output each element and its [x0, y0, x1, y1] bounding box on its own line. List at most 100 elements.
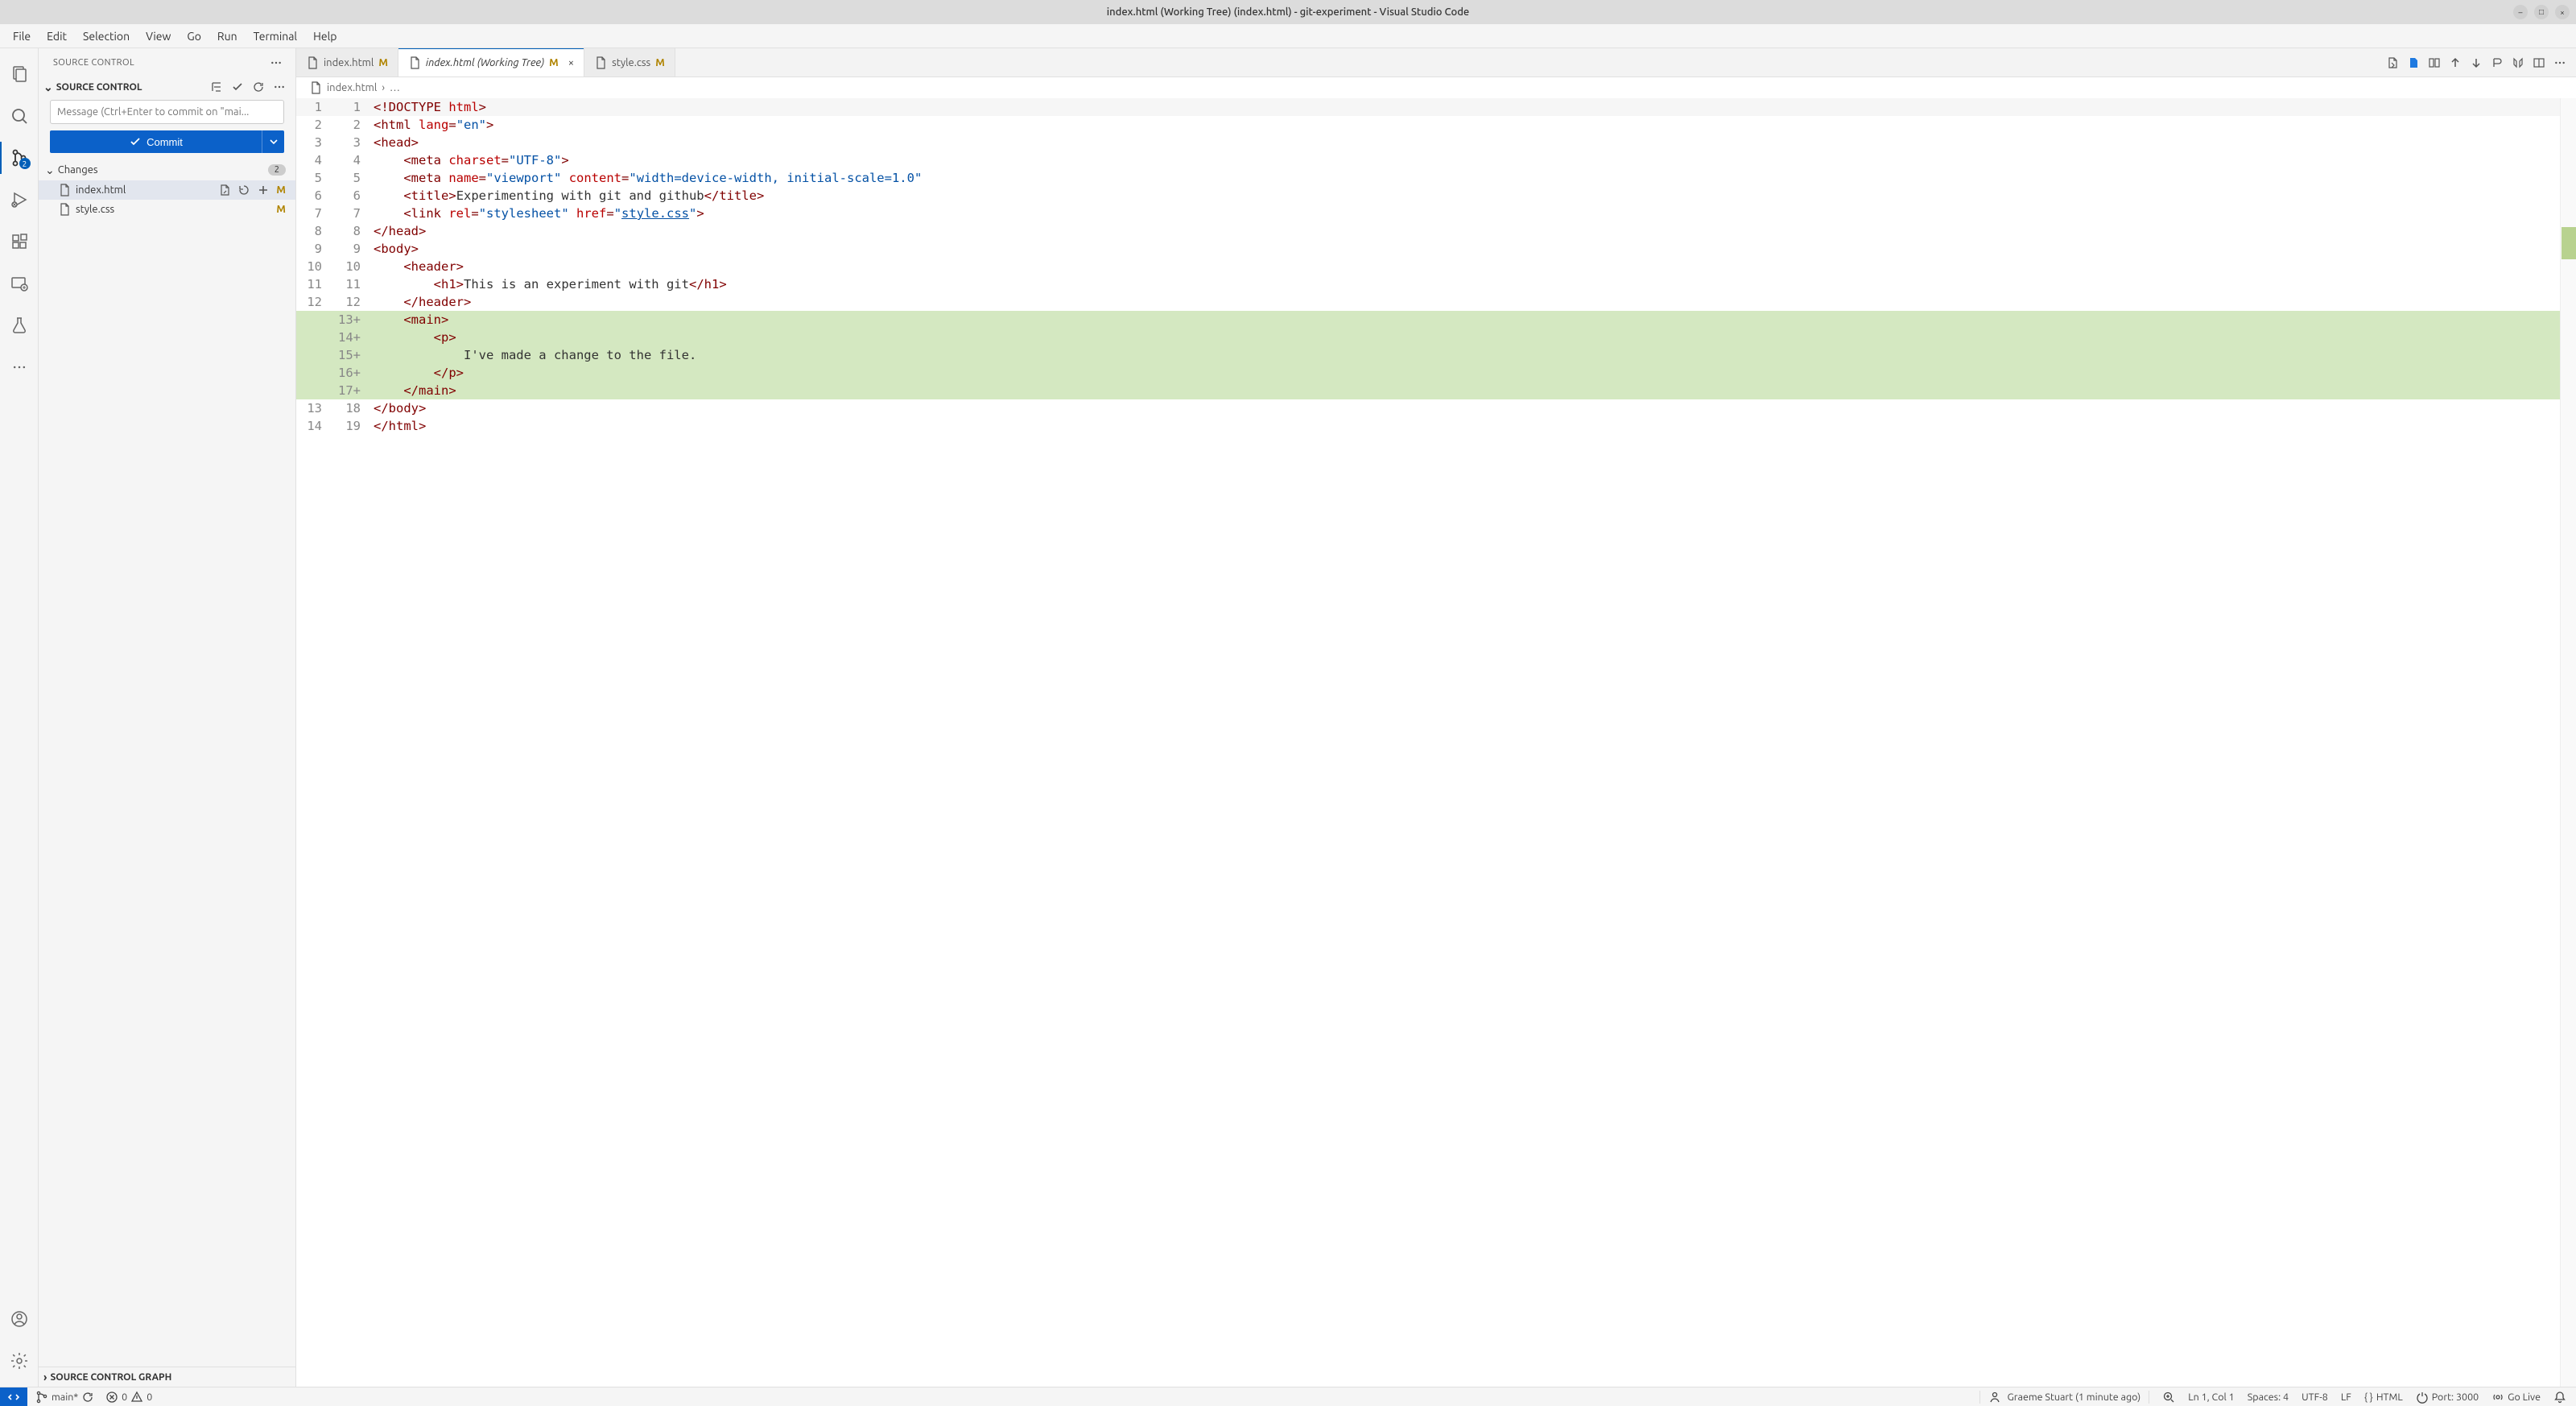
more-actions-icon[interactable] — [2553, 56, 2566, 69]
code-line[interactable]: 1010 <header> — [296, 258, 2560, 275]
code-line[interactable]: 1212 </header> — [296, 293, 2560, 311]
code-line[interactable]: 33<head> — [296, 134, 2560, 151]
code-editor[interactable]: 11<!DOCTYPE html>22<html lang="en">33<he… — [296, 98, 2576, 1387]
breadcrumb[interactable]: index.html › … — [296, 77, 2576, 98]
breadcrumb-rest: … — [390, 82, 400, 93]
stage-icon[interactable] — [257, 184, 270, 196]
menu-help[interactable]: Help — [307, 27, 343, 46]
split-editor-icon[interactable] — [2533, 56, 2545, 69]
previous-change-icon[interactable] — [2449, 56, 2462, 69]
more-icon[interactable] — [0, 348, 39, 387]
tab-index-html-working-tree-[interactable]: index.html (Working Tree)M× — [398, 48, 584, 77]
editor-area: index.htmlMindex.html (Working Tree)M×st… — [296, 48, 2576, 1387]
tab-index-html[interactable]: index.htmlM — [296, 48, 398, 77]
more-actions-icon[interactable] — [270, 56, 283, 69]
code-line[interactable]: 44 <meta charset="UTF-8"> — [296, 151, 2560, 169]
code-line[interactable]: 22<html lang="en"> — [296, 116, 2560, 134]
testing-icon[interactable] — [0, 306, 39, 345]
sidebar: SOURCE CONTROL ⌄ SOURCE CONTROL Message … — [39, 48, 296, 1387]
stage-file-icon[interactable] — [2407, 56, 2420, 69]
minimap[interactable] — [2560, 98, 2576, 1387]
menu-run[interactable]: Run — [211, 27, 244, 46]
branch-indicator[interactable]: main* — [35, 1391, 94, 1404]
close-button[interactable]: × — [2555, 5, 2570, 19]
status-bar: main* 0 0 Graeme Stuart (1 minute ago) L… — [0, 1387, 2576, 1406]
code-line[interactable]: 66 <title>Experimenting with git and git… — [296, 187, 2560, 205]
next-change-icon[interactable] — [2470, 56, 2483, 69]
indent-indicator[interactable]: Spaces: 4 — [2248, 1392, 2289, 1403]
code-line[interactable]: 55 <meta name="viewport" content="width=… — [296, 169, 2560, 187]
commit-check-icon[interactable] — [231, 81, 244, 93]
sidebar-title: SOURCE CONTROL — [53, 58, 134, 68]
accounts-icon[interactable] — [0, 1300, 39, 1338]
commit-message-input[interactable]: Message (Ctrl+Enter to commit on "mai... — [50, 100, 284, 124]
compare-icon[interactable] — [2428, 56, 2441, 69]
breadcrumb-file: index.html — [327, 82, 377, 93]
sidebar-header: SOURCE CONTROL — [39, 48, 295, 77]
encoding-indicator[interactable]: UTF-8 — [2301, 1392, 2328, 1403]
chevron-right-icon: › — [43, 1371, 47, 1383]
remote-indicator[interactable] — [0, 1387, 27, 1406]
section-title: SOURCE CONTROL — [56, 82, 142, 93]
code-line[interactable]: 11<!DOCTYPE html> — [296, 98, 2560, 116]
commit-button[interactable]: Commit — [50, 130, 262, 153]
menu-selection[interactable]: Selection — [76, 27, 136, 46]
remote-explorer-icon[interactable] — [0, 264, 39, 303]
code-line[interactable]: 13+ <main> — [296, 311, 2560, 329]
cursor-position[interactable]: Ln 1, Col 1 — [2188, 1392, 2235, 1403]
changes-header[interactable]: ⌄ Changes 2 — [39, 159, 295, 180]
code-line[interactable]: 15+ I've made a change to the file. — [296, 346, 2560, 364]
code-line[interactable]: 14+ <p> — [296, 329, 2560, 346]
minimap-added-region — [2562, 227, 2576, 259]
zoom-indicator[interactable] — [2162, 1391, 2175, 1404]
explorer-icon[interactable] — [0, 55, 39, 93]
go-live-indicator[interactable]: Go Live — [2491, 1391, 2541, 1404]
code-line[interactable]: 1111 <h1>This is an experiment with git<… — [296, 275, 2560, 293]
problems-indicator[interactable]: 0 0 — [105, 1391, 152, 1404]
menu-go[interactable]: Go — [180, 27, 207, 46]
language-indicator[interactable]: { } HTML — [2364, 1392, 2403, 1403]
changes-label: Changes — [58, 164, 98, 176]
discard-icon[interactable] — [237, 184, 250, 196]
tab-style-css[interactable]: style.cssM — [584, 48, 675, 77]
scm-badge: 2 — [19, 158, 31, 169]
eol-indicator[interactable]: LF — [2341, 1392, 2351, 1403]
commit-dropdown-button[interactable] — [262, 130, 284, 153]
maximize-button[interactable]: □ — [2534, 5, 2549, 19]
file-item-index-html[interactable]: index.htmlM — [39, 180, 295, 200]
whitespace-icon[interactable] — [2491, 56, 2504, 69]
refresh-icon[interactable] — [252, 81, 265, 93]
code-line[interactable]: 1318</body> — [296, 399, 2560, 417]
search-icon[interactable] — [0, 97, 39, 135]
window-title: index.html (Working Tree) (index.html) -… — [1107, 6, 1469, 18]
scm-section-header[interactable]: ⌄ SOURCE CONTROL — [39, 77, 295, 97]
more-icon[interactable] — [273, 81, 286, 93]
notifications-icon[interactable] — [2553, 1391, 2566, 1404]
menu-edit[interactable]: Edit — [40, 27, 73, 46]
minimize-button[interactable]: – — [2513, 5, 2528, 19]
file-item-style-css[interactable]: style.cssM — [39, 200, 295, 219]
tab-bar: index.htmlMindex.html (Working Tree)M×st… — [296, 48, 2576, 77]
menu-terminal[interactable]: Terminal — [247, 27, 304, 46]
code-line[interactable]: 77 <link rel="stylesheet" href="style.cs… — [296, 205, 2560, 222]
close-tab-icon[interactable]: × — [568, 57, 574, 68]
code-line[interactable]: 88</head> — [296, 222, 2560, 240]
view-as-tree-icon[interactable] — [210, 81, 223, 93]
scm-graph-header[interactable]: › SOURCE CONTROL GRAPH — [39, 1367, 295, 1387]
go-to-file-icon[interactable] — [2386, 56, 2399, 69]
open-file-icon[interactable] — [218, 184, 231, 196]
code-line[interactable]: 17+ </main> — [296, 382, 2560, 399]
settings-icon[interactable] — [0, 1342, 39, 1380]
code-line[interactable]: 99<body> — [296, 240, 2560, 258]
code-line[interactable]: 16+ </p> — [296, 364, 2560, 382]
run-debug-icon[interactable] — [0, 180, 39, 219]
extensions-icon[interactable] — [0, 222, 39, 261]
open-changes-icon[interactable] — [2512, 56, 2524, 69]
git-blame-indicator[interactable]: Graeme Stuart (1 minute ago) — [1979, 1391, 2150, 1404]
menu-view[interactable]: View — [139, 27, 177, 46]
menu-file[interactable]: File — [6, 27, 37, 46]
code-line[interactable]: 1419</html> — [296, 417, 2560, 435]
chevron-down-icon: ⌄ — [43, 81, 53, 94]
port-indicator[interactable]: Port: 3000 — [2416, 1391, 2479, 1404]
source-control-icon[interactable]: 2 — [0, 139, 39, 177]
